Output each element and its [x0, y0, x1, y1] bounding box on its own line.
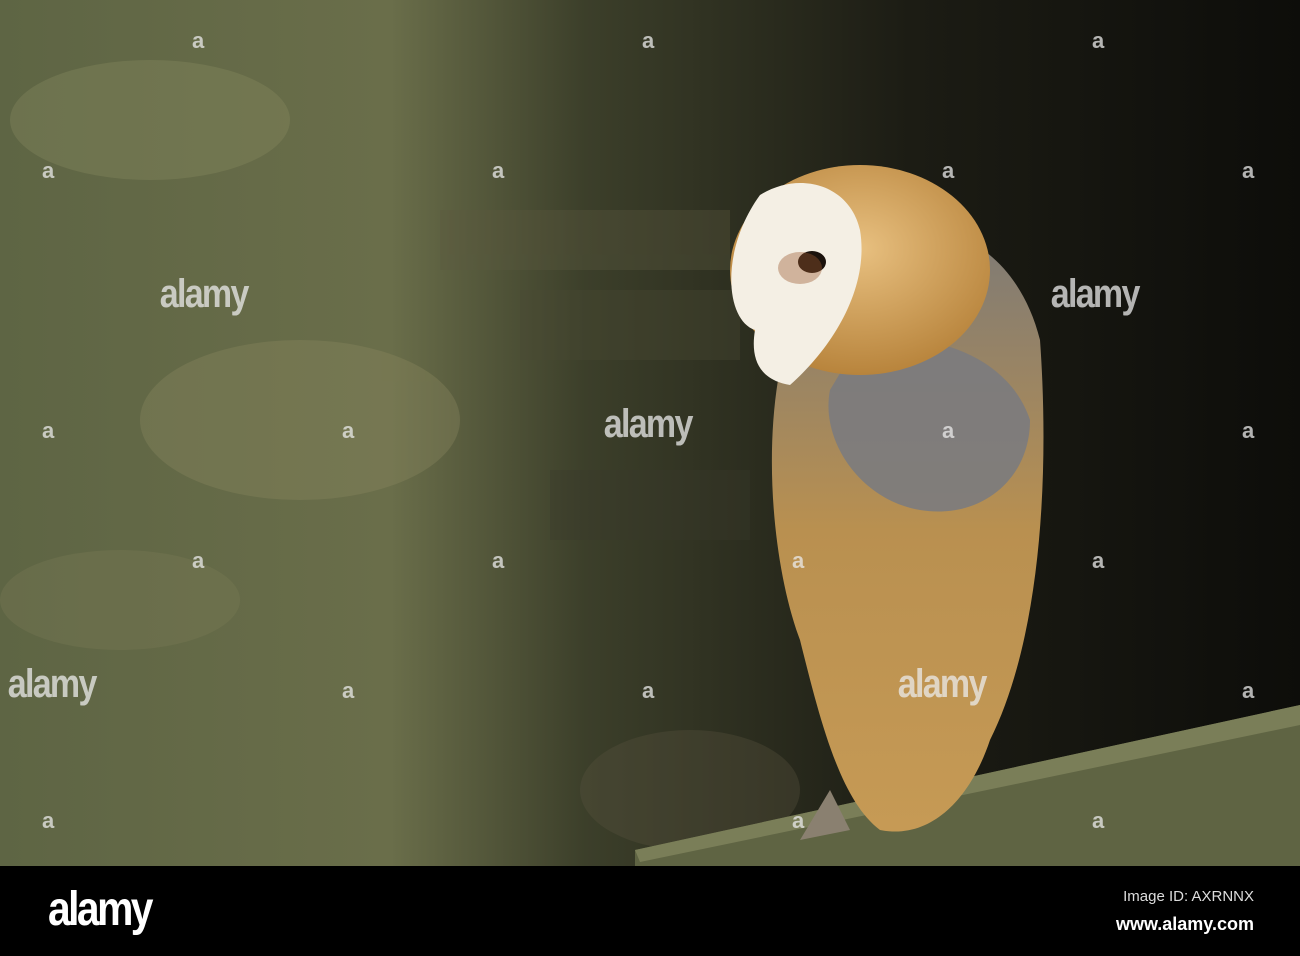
watermark-mark: a — [492, 548, 505, 573]
image-id: Image ID: AXRNNX — [1123, 888, 1254, 905]
watermark-mark: a — [942, 158, 955, 183]
watermark-mark: a — [42, 158, 55, 183]
watermark-mark: a — [192, 28, 205, 53]
watermark-mark: a — [792, 808, 805, 833]
site-url: www.alamy.com — [1115, 914, 1254, 934]
watermark-mark: a — [1092, 548, 1105, 573]
watermark-mark: a — [942, 418, 955, 443]
watermark: alamy — [7, 662, 98, 706]
watermark-mark: a — [492, 158, 505, 183]
watermark: alamy — [603, 402, 694, 446]
stock-photo: alamy alamy alamy alamy alamy a a a a a … — [0, 0, 1300, 956]
watermark-mark: a — [342, 418, 355, 443]
watermark-mark: a — [342, 678, 355, 703]
watermark-mark: a — [792, 548, 805, 573]
alamy-logo: alamy — [48, 883, 153, 936]
watermark-mark: a — [42, 808, 55, 833]
watermark-mark: a — [42, 418, 55, 443]
watermark-mark: a — [1092, 28, 1105, 53]
watermark-mark: a — [1092, 808, 1105, 833]
watermark-mark: a — [1242, 418, 1255, 443]
watermark: alamy — [1050, 272, 1141, 316]
watermark-mark: a — [642, 28, 655, 53]
watermark-mark: a — [642, 678, 655, 703]
watermark-mark: a — [192, 548, 205, 573]
watermark: alamy — [159, 272, 250, 316]
watermark: alamy — [897, 662, 988, 706]
watermark-mark: a — [1242, 158, 1255, 183]
watermark-mark: a — [1242, 678, 1255, 703]
footer-bar: alamy Image ID: AXRNNX www.alamy.com — [0, 866, 1300, 956]
